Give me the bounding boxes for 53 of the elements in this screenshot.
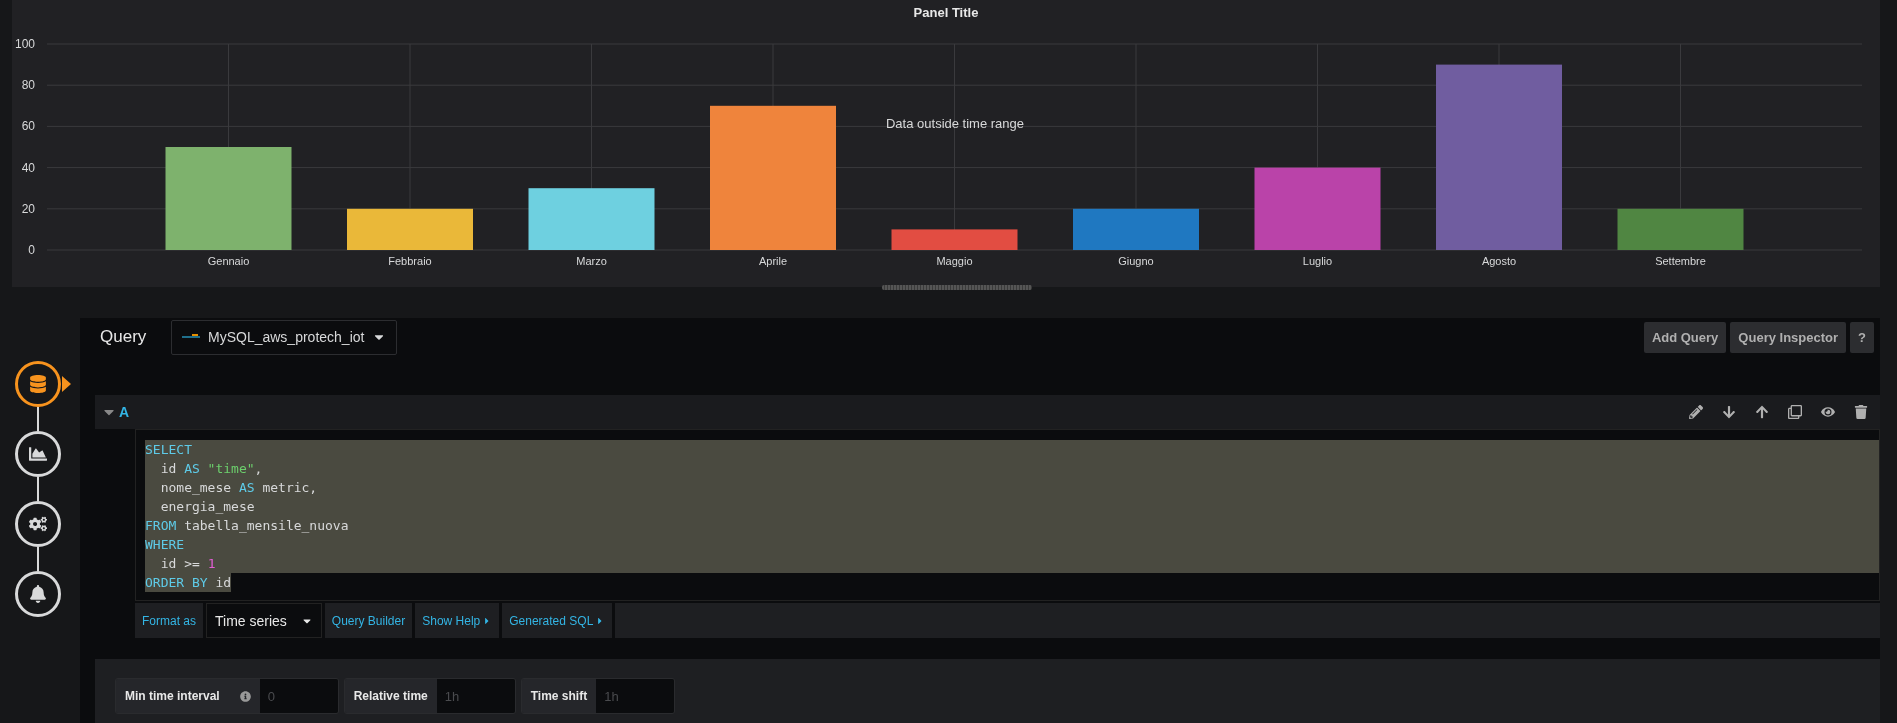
x-axis-label: Giugno — [1118, 255, 1154, 267]
code-line: FROM tabella_mensile_nuova — [145, 517, 349, 535]
area-chart-icon — [28, 445, 47, 463]
copy-icon[interactable] — [1788, 405, 1802, 419]
step-button[interactable] — [14, 501, 61, 547]
code-line: WHERE — [145, 536, 185, 554]
datasource-select[interactable]: MySQL_aws_protech_iot — [171, 319, 398, 355]
code-line: energia_mese — [159, 498, 255, 516]
trash-icon[interactable] — [1854, 405, 1868, 419]
tool-button[interactable]: Query Builder — [324, 603, 413, 638]
toggle-button[interactable]: Generated SQL — [502, 603, 613, 638]
step-button[interactable] — [14, 431, 61, 477]
code-line: id AS "time", — [159, 460, 263, 478]
query-row-header[interactable]: A — [95, 395, 1880, 429]
format-label: Format as — [135, 603, 203, 638]
query-ref-id: A — [119, 404, 130, 420]
pencil-icon[interactable] — [1689, 405, 1703, 419]
x-axis-label: Gennaio — [207, 255, 250, 267]
x-axis-label: Luglio — [1302, 255, 1333, 267]
resize-handle[interactable] — [882, 285, 1032, 290]
database-icon — [28, 375, 47, 393]
x-axis-label: Febbraio — [388, 255, 432, 267]
y-tick-label: 0 — [28, 243, 35, 257]
y-tick-label: 100 — [14, 37, 35, 51]
format-select[interactable]: Time series — [206, 603, 322, 638]
header-button[interactable]: Add Query — [1643, 321, 1727, 353]
bell-icon — [28, 585, 47, 603]
x-axis-label: Agosto — [1481, 255, 1517, 267]
x-axis-label: Aprile — [758, 255, 788, 267]
datasource-logo-icon — [182, 334, 200, 340]
pointer-arrow-icon — [61, 376, 71, 392]
y-tick-label: 80 — [21, 78, 35, 93]
x-axis-label: Maggio — [936, 255, 973, 267]
sql-editor[interactable]: SELECT id AS "time", nome_mese AS metric, energia_mese FROM tabella_mensile_nuova WHERE id >= 1 ORDER BY id — [135, 429, 1880, 601]
header-button[interactable]: ? — [1850, 321, 1874, 353]
chart-message: Data outside time range — [886, 116, 1024, 131]
arrow-down-icon[interactable] — [1722, 405, 1736, 419]
x-axis-label: Settembre — [1655, 255, 1706, 267]
y-tick-label: 60 — [21, 119, 35, 134]
code-line: id >= 1 — [159, 555, 216, 573]
step-button[interactable] — [14, 571, 61, 617]
query-title: Query — [99, 327, 148, 347]
gears-icon — [28, 515, 47, 533]
code-line: nome_mese AS metric, — [159, 479, 318, 497]
y-tick-label: 20 — [21, 201, 35, 216]
x-axis-label: Marzo — [576, 255, 607, 267]
header-button[interactable]: Query Inspector — [1730, 321, 1847, 353]
toggle-button[interactable]: Show Help — [415, 603, 500, 638]
arrow-up-icon[interactable] — [1755, 405, 1769, 419]
panel-title: Panel Title — [913, 5, 979, 22]
y-tick-label: 40 — [21, 160, 35, 175]
code-line: SELECT — [145, 441, 192, 459]
eye-icon[interactable] — [1821, 405, 1835, 419]
